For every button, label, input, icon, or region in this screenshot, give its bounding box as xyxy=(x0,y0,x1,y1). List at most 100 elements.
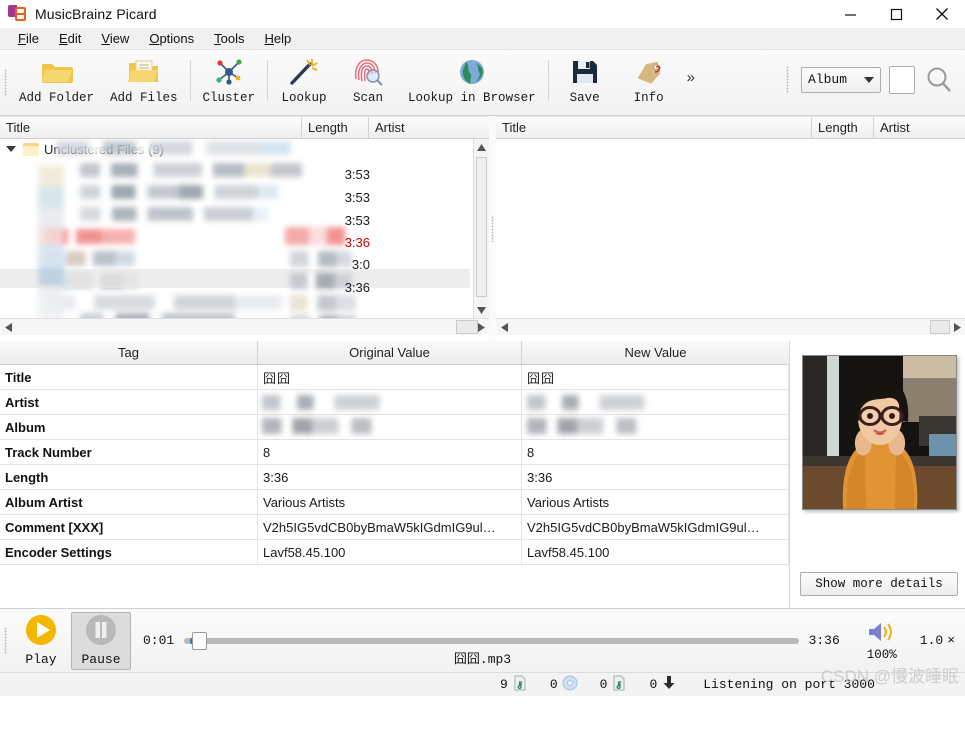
volume-icon[interactable] xyxy=(867,620,897,648)
scroll-right-icon[interactable] xyxy=(949,319,965,335)
seek-slider[interactable] xyxy=(184,631,799,650)
scroll-down-icon[interactable] xyxy=(474,302,489,318)
add-folder-button[interactable]: Add Folder xyxy=(11,50,102,115)
globe-icon xyxy=(457,54,487,90)
column-header-original-value[interactable]: Original Value xyxy=(258,341,522,364)
menu-file[interactable]: File xyxy=(8,29,49,48)
search-drag-handle[interactable] xyxy=(782,65,793,94)
lookup-in-browser-button[interactable]: Lookup in Browser xyxy=(400,50,544,115)
menu-tools[interactable]: Tools xyxy=(204,29,254,48)
tag-original-value[interactable]: V2h5IG5vdCB0byBmaW5kIGdmIG9ul… xyxy=(258,515,522,539)
file-duration-error: 3:36 xyxy=(344,235,370,250)
add-files-button[interactable]: Add Files xyxy=(102,50,186,115)
file-list-vscrollbar[interactable] xyxy=(473,139,489,318)
search-input[interactable] xyxy=(889,65,915,94)
scroll-left-icon[interactable] xyxy=(0,319,16,335)
table-row[interactable]: Length 3:36 3:36 xyxy=(0,465,789,490)
show-more-details-button[interactable]: Show more details xyxy=(800,572,958,596)
table-row[interactable]: Title 囧囧 囧囧 xyxy=(0,365,789,390)
pause-icon xyxy=(85,614,117,650)
playback-rate-suffix[interactable]: × xyxy=(947,633,955,648)
tag-new-value[interactable]: Lavf58.45.100 xyxy=(522,540,789,564)
metadata-area: Tag Original Value New Value Title 囧囧 囧囧… xyxy=(0,341,965,608)
menu-edit[interactable]: Edit xyxy=(49,29,91,48)
download-icon xyxy=(661,675,677,695)
lookup-button[interactable]: Lookup xyxy=(272,50,336,115)
hscroll-thumb[interactable] xyxy=(930,320,950,334)
file-list-body[interactable]: Unclustered Files (9) xyxy=(0,139,489,318)
toolbar-separator-3 xyxy=(547,60,549,101)
playback-rate-value[interactable]: 1.0 xyxy=(920,633,943,648)
volume-control[interactable]: 100% xyxy=(854,620,910,662)
window-controls xyxy=(827,0,965,28)
column-header-artist[interactable]: Artist xyxy=(874,117,965,138)
tag-original-value[interactable]: Various Artists xyxy=(258,490,522,514)
scroll-left-icon[interactable] xyxy=(496,319,512,335)
tag-new-value[interactable]: 囧囧 xyxy=(522,365,789,389)
pause-button[interactable]: Pause xyxy=(71,611,131,670)
search-type-value: Album xyxy=(808,72,848,87)
scroll-up-icon[interactable] xyxy=(474,139,489,155)
table-row[interactable]: Album xyxy=(0,415,789,440)
censored-value xyxy=(527,395,645,410)
album-cover-art[interactable] xyxy=(801,355,957,510)
column-header-title[interactable]: Title xyxy=(0,117,302,138)
save-button[interactable]: Save xyxy=(553,50,617,115)
minimize-icon[interactable] xyxy=(827,0,873,28)
album-list-body[interactable] xyxy=(496,139,965,318)
album-list-pane: Title Length Artist xyxy=(496,116,965,341)
tag-original-value[interactable]: 8 xyxy=(258,440,522,464)
file-list-hscrollbar[interactable] xyxy=(0,318,489,335)
tag-name: Comment [XXX] xyxy=(0,515,258,539)
column-header-title[interactable]: Title xyxy=(496,117,812,138)
tag-new-value[interactable]: 8 xyxy=(522,440,789,464)
tag-original-value[interactable]: Lavf58.45.100 xyxy=(258,540,522,564)
table-row[interactable]: Artist xyxy=(0,390,789,415)
pause-label: Pause xyxy=(81,652,121,667)
downloads-count: 0 xyxy=(649,677,658,692)
table-row[interactable]: Encoder Settings Lavf58.45.100 Lavf58.45… xyxy=(0,540,789,565)
info-button[interactable]: Info xyxy=(617,50,681,115)
hscroll-track[interactable] xyxy=(16,319,478,335)
tag-original-value[interactable]: 3:36 xyxy=(258,465,522,489)
toolbar-search-group: Album xyxy=(782,44,965,115)
tag-original-value[interactable]: 囧囧 xyxy=(258,365,522,389)
column-header-length[interactable]: Length xyxy=(302,117,369,138)
pane-splitter[interactable] xyxy=(489,116,496,341)
toolbar-drag-handle[interactable] xyxy=(0,50,11,115)
hscroll-thumb[interactable] xyxy=(456,320,478,334)
file-duration: 3:53 xyxy=(344,213,370,228)
menu-options[interactable]: Options xyxy=(139,29,204,48)
play-button[interactable]: Play xyxy=(11,612,71,670)
close-icon[interactable] xyxy=(919,0,965,28)
toolbar-separator-2 xyxy=(267,60,269,101)
tag-new-value[interactable]: V2h5IG5vdCB0byBmaW5kIGdmIG9ul… xyxy=(522,515,789,539)
hscroll-track[interactable] xyxy=(512,319,950,335)
tag-new-value[interactable]: Various Artists xyxy=(522,490,789,514)
table-row[interactable]: Track Number 8 8 xyxy=(0,440,789,465)
toolbar-separator-1 xyxy=(189,60,191,101)
column-header-new-value[interactable]: New Value xyxy=(522,341,789,364)
vscroll-thumb[interactable] xyxy=(476,157,487,297)
tag-name: Title xyxy=(0,365,258,389)
seek-handle[interactable] xyxy=(192,631,208,650)
album-list-hscrollbar[interactable] xyxy=(496,318,965,335)
column-header-artist[interactable]: Artist xyxy=(369,117,473,138)
search-type-select[interactable]: Album xyxy=(801,66,881,93)
maximize-icon[interactable] xyxy=(873,0,919,28)
cluster-button[interactable]: Cluster xyxy=(195,50,264,115)
tag-new-value[interactable]: 3:36 xyxy=(522,465,789,489)
table-row[interactable]: Album Artist Various Artists Various Art… xyxy=(0,490,789,515)
table-row[interactable]: Comment [XXX] V2h5IG5vdCB0byBmaW5kIGdmIG… xyxy=(0,515,789,540)
scan-button[interactable]: Scan xyxy=(336,50,400,115)
column-header-tag[interactable]: Tag xyxy=(0,341,258,364)
menu-view[interactable]: View xyxy=(91,29,139,48)
title-bar: MusicBrainz Picard xyxy=(0,0,965,28)
player-drag-handle[interactable] xyxy=(0,626,11,655)
chevron-down-icon[interactable] xyxy=(6,146,16,152)
search-icon[interactable] xyxy=(923,64,955,96)
file-note-icon xyxy=(512,675,528,695)
menu-help[interactable]: Help xyxy=(255,29,302,48)
column-header-length[interactable]: Length xyxy=(812,117,874,138)
toolbar-overflow-button[interactable]: » xyxy=(681,40,701,115)
